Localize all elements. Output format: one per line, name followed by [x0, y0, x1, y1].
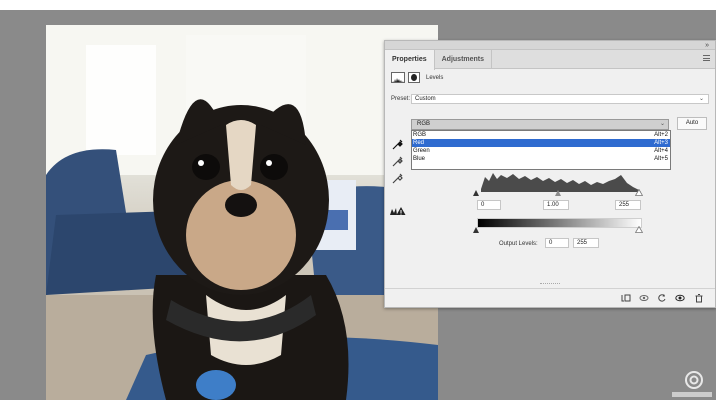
option-shortcut: Alt+2	[654, 132, 668, 138]
channel-dropdown[interactable]: RGB ⌄	[411, 119, 669, 130]
option-label: RGB	[413, 132, 427, 138]
levels-adjustment-icon[interactable]	[391, 72, 405, 83]
option-label: Green	[413, 148, 430, 154]
tab-adjustments[interactable]: Adjustments	[435, 50, 493, 68]
output-black-field[interactable]: 0	[545, 238, 569, 248]
option-label: Red	[413, 140, 425, 146]
adjustment-title: Levels	[426, 74, 444, 81]
view-previous-state-icon[interactable]	[639, 293, 649, 303]
white-point-eyedropper-icon[interactable]	[392, 172, 404, 184]
adjustment-header: Levels	[391, 72, 443, 83]
watermark-logo	[672, 371, 712, 397]
visibility-eye-icon[interactable]	[675, 293, 685, 303]
chevron-down-icon: ⌄	[659, 121, 665, 127]
preset-dropdown[interactable]: Custom ⌄	[411, 94, 709, 104]
footer-divider	[385, 288, 715, 289]
output-levels-gradient	[477, 218, 642, 228]
preset-label: Preset:	[391, 96, 411, 102]
layer-mask-icon[interactable]	[408, 72, 420, 83]
black-point-eyedropper-icon[interactable]	[392, 138, 404, 150]
panel-titlebar[interactable]: »	[385, 41, 715, 50]
channel-value: RGB	[417, 121, 431, 127]
delete-icon[interactable]	[694, 293, 704, 303]
option-label: Blue	[413, 156, 426, 162]
gray-point-eyedropper-icon[interactable]	[392, 155, 404, 167]
properties-panel: » Properties Adjustments Levels Preset: …	[384, 40, 716, 308]
clipping-warning-icon[interactable]	[390, 206, 406, 216]
panel-tabs: Properties Adjustments	[385, 50, 715, 70]
collapse-panel-icon[interactable]: »	[705, 41, 709, 50]
levels-histogram	[481, 173, 641, 192]
tab-properties[interactable]: Properties	[385, 50, 435, 70]
output-white-field[interactable]: 255	[573, 238, 599, 248]
panel-menu-icon[interactable]	[703, 55, 710, 61]
input-black-slider[interactable]	[473, 190, 479, 196]
preset-value: Custom	[415, 96, 436, 102]
canvas-photo	[46, 25, 438, 400]
input-black-field[interactable]: 0	[477, 200, 501, 210]
option-shortcut: Alt+5	[654, 156, 668, 162]
input-midtone-slider[interactable]	[555, 190, 561, 196]
option-shortcut: Alt+3	[654, 140, 668, 146]
output-white-slider[interactable]	[635, 226, 643, 233]
channel-dropdown-menu: RGB Alt+2 Red Alt+3 Green Alt+4 Blue Alt…	[411, 130, 671, 170]
option-shortcut: Alt+4	[654, 148, 668, 154]
reset-icon[interactable]	[657, 293, 667, 303]
channel-option-blue[interactable]: Blue Alt+5	[412, 155, 670, 163]
channel-option-green[interactable]: Green Alt+4	[412, 147, 670, 155]
workspace-top-strip	[0, 0, 716, 10]
panel-footer	[385, 283, 715, 308]
chevron-down-icon: ⌄	[698, 96, 704, 102]
channel-option-red[interactable]: Red Alt+3	[412, 139, 670, 147]
output-levels-label: Output Levels:	[499, 241, 538, 247]
auto-button[interactable]: Auto	[677, 117, 707, 130]
clip-to-layer-icon[interactable]	[621, 293, 631, 303]
input-white-field[interactable]: 255	[615, 200, 641, 210]
preset-row: Preset: Custom ⌄	[391, 94, 709, 104]
resize-grip[interactable]	[540, 283, 560, 285]
input-midtone-field[interactable]: 1.00	[543, 200, 569, 210]
channel-option-rgb[interactable]: RGB Alt+2	[412, 131, 670, 139]
input-white-slider[interactable]	[635, 189, 643, 196]
output-black-slider[interactable]	[473, 227, 479, 233]
